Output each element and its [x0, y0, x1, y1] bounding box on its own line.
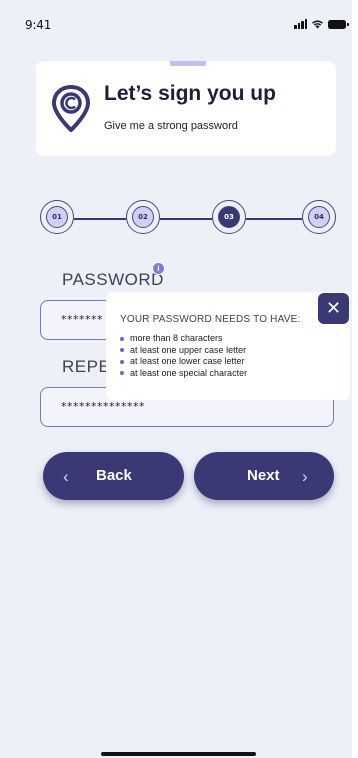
progress-stepper: 01 02 03 04	[40, 200, 336, 236]
chevron-left-icon: ‹	[63, 467, 69, 486]
next-button-label: Next	[247, 467, 280, 484]
info-icon[interactable]: i	[152, 262, 165, 275]
status-time: 9:41	[25, 18, 52, 32]
status-icons	[294, 19, 349, 29]
step-connector	[160, 218, 212, 220]
step-1[interactable]: 01	[40, 200, 74, 234]
wifi-icon	[312, 20, 323, 29]
step-4[interactable]: 04	[302, 200, 336, 234]
status-bar: 9:41	[0, 0, 352, 44]
header-accent-tab	[170, 61, 206, 66]
next-button[interactable]: Next ›	[194, 452, 334, 500]
step-4-label: 04	[308, 206, 330, 228]
tooltip-title: YOUR PASSWORD NEEDS TO HAVE:	[120, 314, 301, 325]
step-3-label: 03	[218, 206, 240, 228]
step-connector	[74, 218, 126, 220]
chevron-right-icon: ›	[302, 467, 308, 486]
home-indicator	[101, 752, 256, 756]
step-3-active[interactable]: 03	[212, 200, 246, 234]
list-item: at least one upper case letter	[120, 345, 247, 357]
step-connector	[246, 218, 302, 220]
back-button-label: Back	[96, 467, 132, 484]
step-2[interactable]: 02	[126, 200, 160, 234]
requirements-list: more than 8 characters at least one uppe…	[120, 333, 247, 379]
page-title: Let’s sign you up	[104, 82, 276, 105]
close-icon[interactable]: ✕	[318, 293, 349, 324]
list-item: at least one special character	[120, 368, 247, 380]
list-item: more than 8 characters	[120, 333, 247, 345]
back-button[interactable]: ‹ Back	[43, 452, 184, 500]
step-1-label: 01	[46, 206, 68, 228]
battery-icon	[328, 19, 349, 29]
page-subtitle: Give me a strong password	[104, 120, 238, 132]
list-item: at least one lower case letter	[120, 356, 247, 368]
screen: 9:41 Let’s sign you up Give me a strong …	[0, 0, 352, 758]
signal-icon	[294, 19, 307, 29]
step-2-label: 02	[132, 206, 154, 228]
password-label: PASSWORD	[62, 270, 164, 289]
location-pin-logo-icon	[52, 85, 90, 132]
